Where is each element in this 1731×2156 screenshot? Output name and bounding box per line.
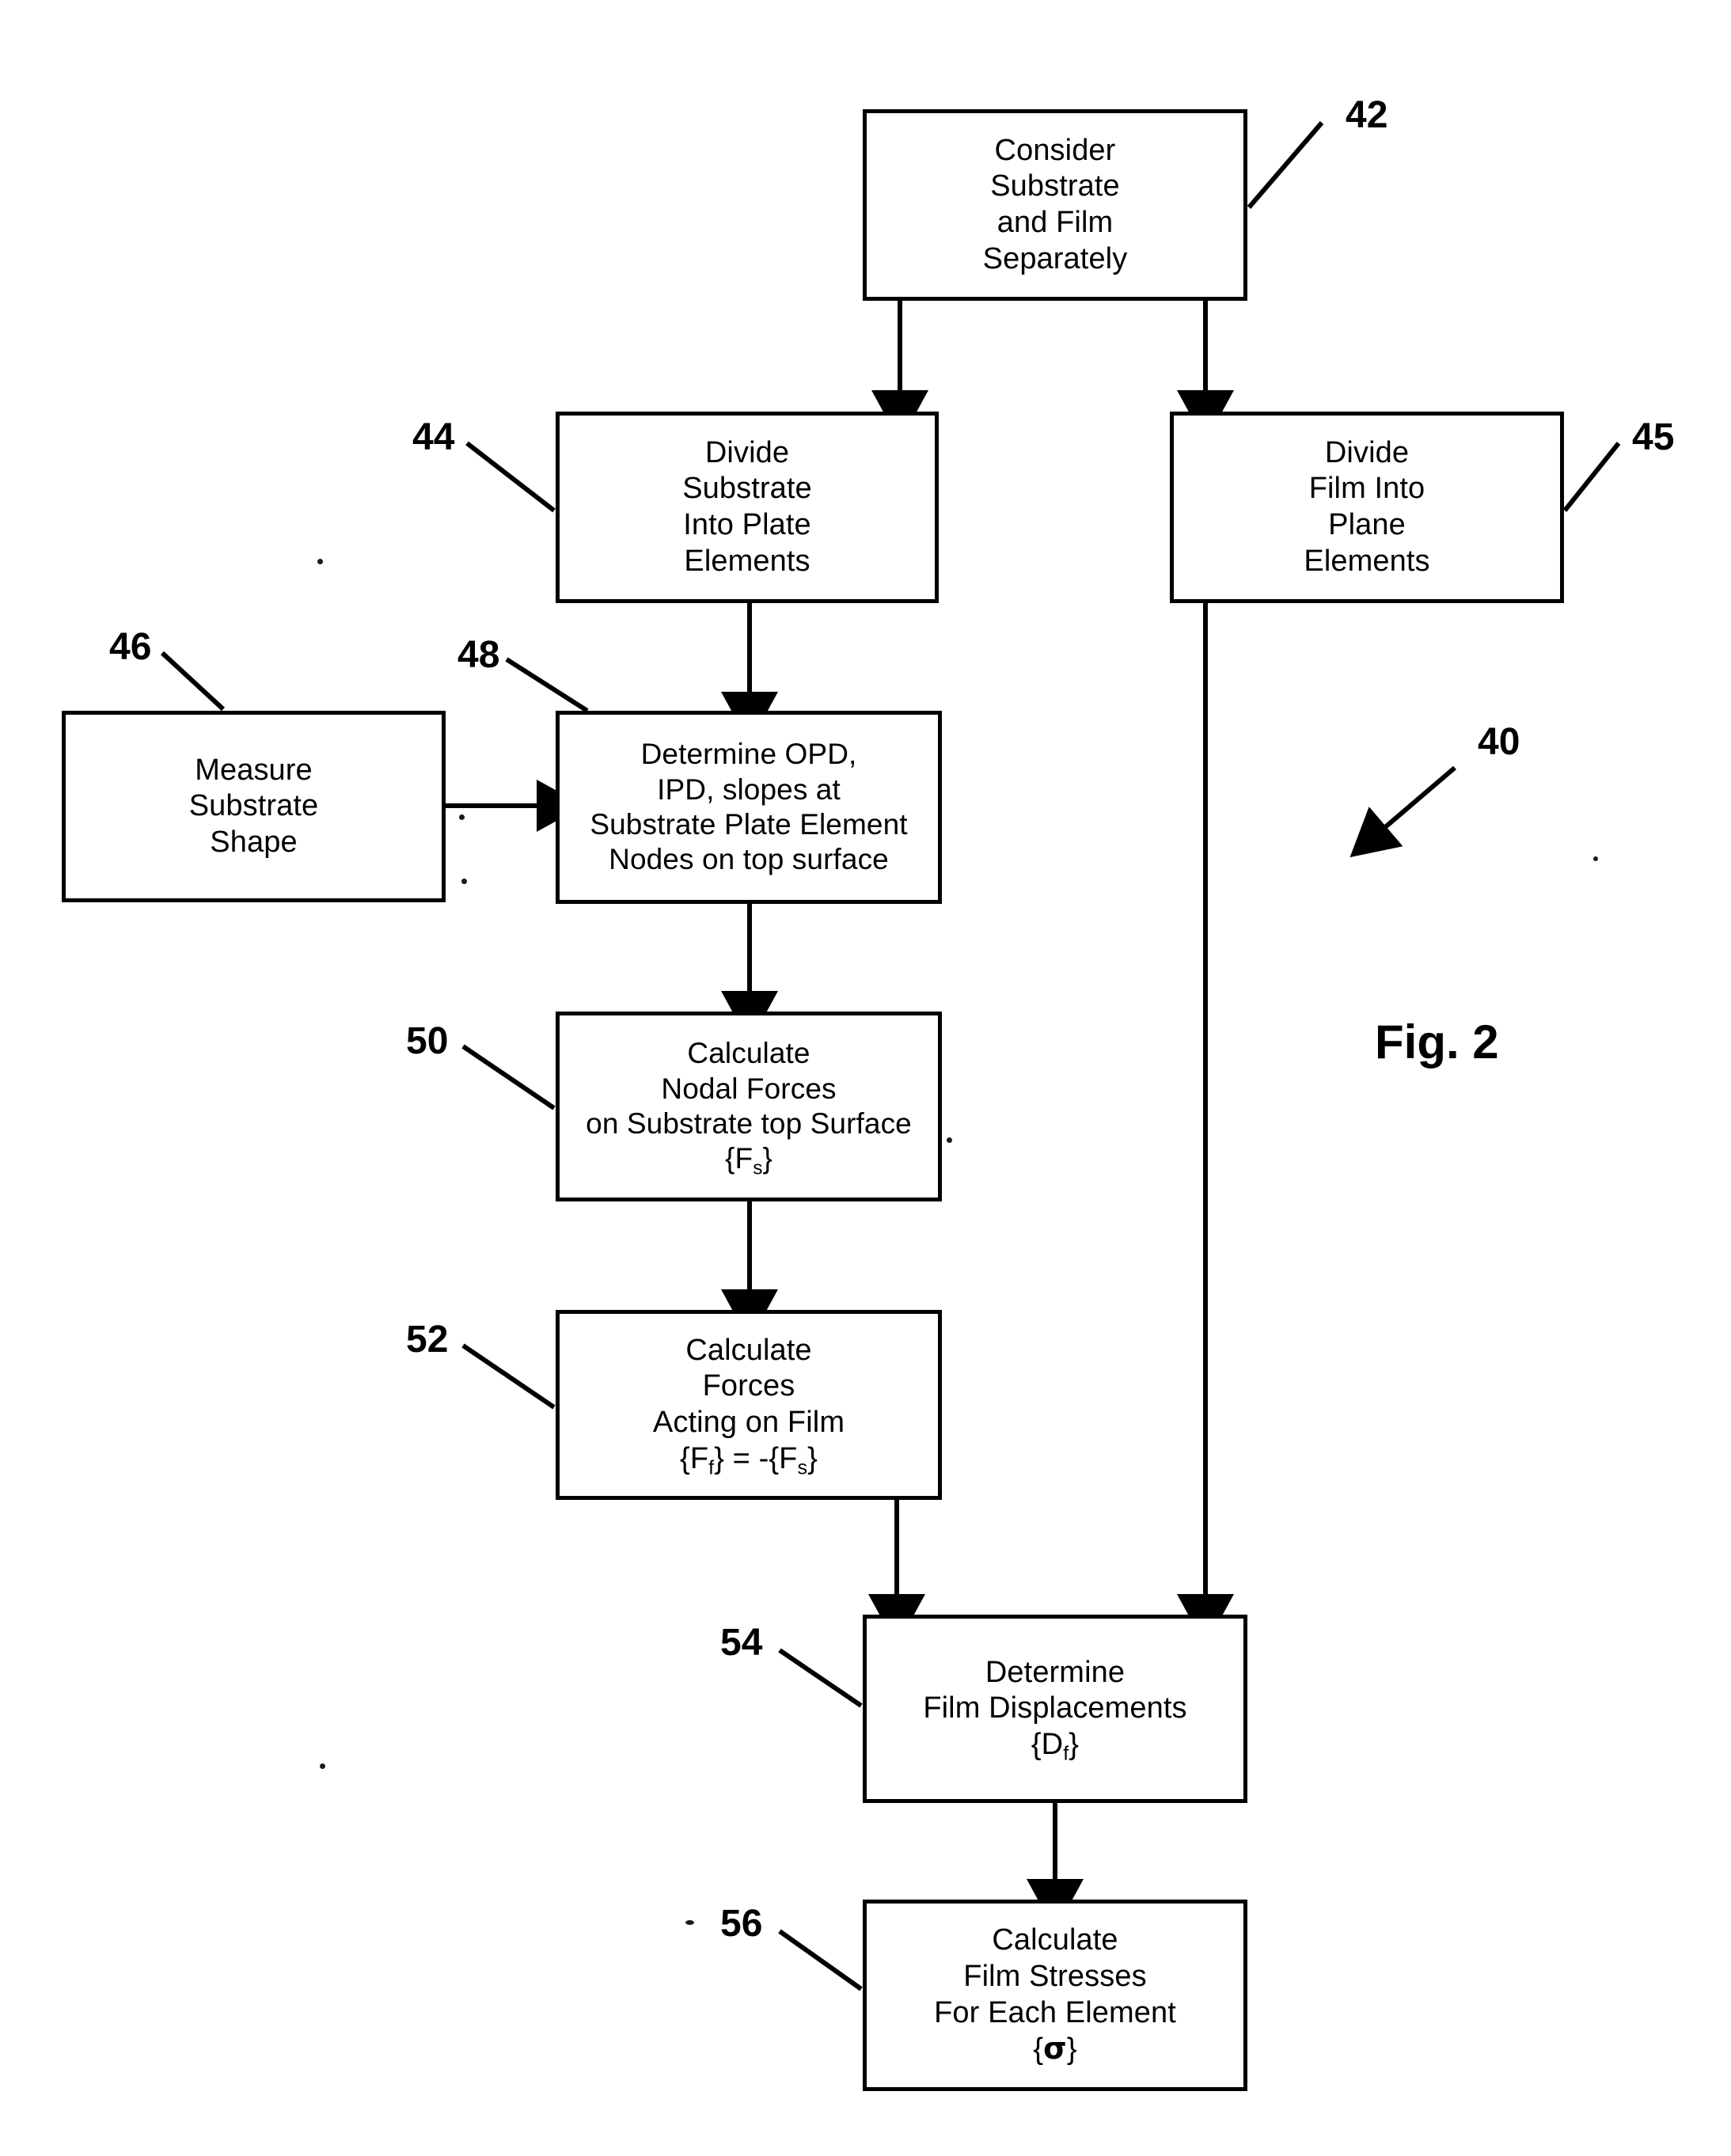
formula-pre: { [1033, 2033, 1044, 2067]
line-3: Shape [210, 825, 298, 859]
node-film-displacements-label: Determine Film Displacements {Df} [923, 1655, 1186, 1763]
node-divide-substrate-into-plate-elements: Divide Substrate Into Plate Elements [556, 412, 939, 603]
line-2: Substrate [682, 472, 812, 506]
line-2: Forces [702, 1369, 795, 1403]
line-2: Nodal Forces [661, 1072, 837, 1105]
node-determine-opd-ipd-slopes: Determine OPD, IPD, slopes at Substrate … [556, 711, 942, 904]
node-divide-film-into-plane-elements: Divide Film Into Plane Elements [1170, 412, 1564, 603]
leader-52 [461, 1343, 556, 1410]
scan-speck [1593, 856, 1598, 861]
line-2: Substrate [990, 169, 1120, 203]
leader-54 [778, 1648, 863, 1708]
leader-45 [1562, 442, 1621, 512]
node-divide-film-label: Divide Film Into Plane Elements [1304, 435, 1429, 579]
line-4: Nodes on top surface [609, 843, 889, 876]
ref-numeral-52: 52 [406, 1319, 449, 1361]
scan-speck [320, 1763, 325, 1769]
ref-numeral-48: 48 [457, 634, 500, 676]
line-3: Acting on Film [652, 1406, 845, 1439]
leader-48 [505, 657, 589, 713]
ref-numeral-45: 45 [1632, 416, 1675, 458]
line-1: Determine OPD, [640, 738, 857, 771]
line-4: Elements [1304, 544, 1430, 578]
line-4: Separately [982, 241, 1128, 275]
node-consider-label: Consider Substrate and Film Separately [983, 133, 1128, 277]
formula-c: } [807, 1441, 818, 1475]
line-2: Substrate [188, 789, 319, 823]
leader-44 [465, 441, 556, 513]
scan-speck [317, 559, 323, 564]
formula-a: {F [680, 1441, 709, 1475]
ref-numeral-42: 42 [1346, 94, 1388, 136]
node-determine-film-displacements: Determine Film Displacements {Df} [863, 1615, 1247, 1803]
scan-speck [685, 1920, 694, 1925]
ref-numeral-54: 54 [720, 1622, 763, 1664]
node-calculate-film-stresses: Calculate Film Stresses For Each Element… [863, 1900, 1247, 2091]
line-4: Elements [684, 544, 810, 578]
node-measure-shape-label: Measure Substrate Shape [189, 753, 319, 861]
line-1: Measure [195, 753, 313, 787]
line-3-formula: {Df} [923, 1727, 1186, 1763]
node-divide-substrate-label: Divide Substrate Into Plate Elements [682, 435, 812, 579]
line-1: Divide [704, 435, 790, 469]
scan-speck [461, 879, 467, 884]
line-1: Calculate [687, 1037, 810, 1070]
leader-46 [160, 651, 226, 712]
node-calculate-nodal-forces: Calculate Nodal Forces on Substrate top … [556, 1012, 942, 1201]
line-3: Substrate Plate Element [590, 808, 908, 841]
line-3: Plane [1328, 508, 1406, 541]
leader-50 [461, 1044, 556, 1110]
sigma-symbol: σ [1043, 2031, 1067, 2067]
line-2: Film Displacements [923, 1691, 1187, 1725]
line-2: IPD, slopes at [657, 772, 841, 806]
ref-numeral-40: 40 [1478, 721, 1520, 763]
ref-numeral-56: 56 [720, 1903, 763, 1945]
ref-numeral-44: 44 [412, 416, 455, 458]
line-1: Determine [985, 1655, 1126, 1689]
node-nodal-forces-label: Calculate Nodal Forces on Substrate top … [586, 1036, 912, 1179]
patent-figure-page: Consider Substrate and Film Separately 4… [0, 0, 1731, 2156]
leader-40-arrow [1349, 765, 1456, 858]
line-3: Into Plate [683, 508, 811, 541]
formula-sub-b: s [797, 1456, 808, 1479]
leader-56 [778, 1929, 863, 1991]
node-consider-substrate-and-film: Consider Substrate and Film Separately [863, 109, 1247, 301]
line-2: Film Stresses [963, 1959, 1147, 1993]
formula-b: } = -{F [714, 1441, 798, 1475]
line-4-formula: {Fs} [586, 1141, 912, 1179]
node-determine-opd-label: Determine OPD, IPD, slopes at Substrate … [590, 737, 907, 878]
line-1: Divide [1324, 435, 1410, 469]
line-3: on Substrate top Surface [586, 1107, 912, 1140]
formula-post: } [762, 1142, 772, 1175]
ref-numeral-50: 50 [406, 1020, 449, 1062]
line-4-formula: {Ff} = -{Fs} [653, 1441, 845, 1478]
node-film-forces-label: Calculate Forces Acting on Film {Ff} = -… [652, 1333, 845, 1478]
line-1: Calculate [992, 1923, 1118, 1957]
formula-post: } [1069, 1727, 1080, 1761]
formula-pre: {D [1031, 1727, 1064, 1761]
scan-speck [947, 1137, 952, 1143]
scan-speck [459, 814, 465, 820]
line-1: Consider [994, 133, 1116, 167]
line-4-formula: {σ} [934, 2031, 1176, 2068]
ref-numeral-46: 46 [109, 626, 152, 668]
formula-post: } [1066, 2033, 1077, 2067]
leader-42 [1247, 121, 1324, 209]
line-3: For Each Element [934, 1995, 1176, 2029]
node-measure-substrate-shape: Measure Substrate Shape [62, 711, 446, 902]
figure-caption: Fig. 2 [1375, 1015, 1499, 1069]
formula-pre: {F [725, 1142, 754, 1175]
node-calculate-forces-on-film: Calculate Forces Acting on Film {Ff} = -… [556, 1310, 942, 1500]
line-3: and Film [996, 206, 1114, 239]
formula-sub: s [753, 1157, 763, 1179]
line-1: Calculate [685, 1333, 812, 1367]
node-film-stresses-label: Calculate Film Stresses For Each Element… [934, 1923, 1176, 2067]
line-2: Film Into [1308, 472, 1425, 506]
